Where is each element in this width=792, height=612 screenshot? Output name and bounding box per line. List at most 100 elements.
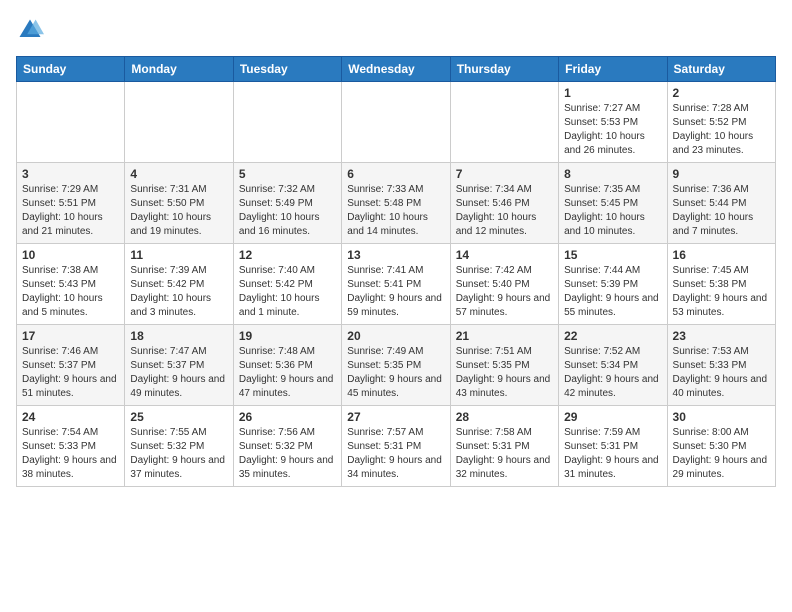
calendar-cell: 18 Sunrise: 7:47 AM Sunset: 5:37 PM Dayli… bbox=[125, 325, 233, 406]
weekday-header: Wednesday bbox=[342, 57, 450, 82]
day-number: 28 bbox=[456, 410, 553, 424]
day-number: 27 bbox=[347, 410, 444, 424]
day-info: Sunrise: 7:57 AM Sunset: 5:31 PM Dayligh… bbox=[347, 426, 444, 482]
calendar-cell: 3 Sunrise: 7:29 AM Sunset: 5:51 PM Daylig… bbox=[17, 163, 125, 244]
calendar-cell: 23 Sunrise: 7:53 AM Sunset: 5:33 PM Dayli… bbox=[667, 325, 775, 406]
day-info: Sunrise: 7:42 AM Sunset: 5:40 PM Dayligh… bbox=[456, 264, 553, 320]
calendar-cell: 26Sunrise: 7:56 AM Sunset: 5:32 PM Dayli… bbox=[233, 406, 341, 487]
day-number: 17 bbox=[22, 329, 119, 343]
day-info: Sunrise: 7:48 AM Sunset: 5:36 PM Dayligh… bbox=[239, 345, 336, 401]
calendar-cell: 16 Sunrise: 7:45 AM Sunset: 5:38 PM Dayli… bbox=[667, 244, 775, 325]
calendar-cell: 6 Sunrise: 7:33 AM Sunset: 5:48 PM Daylig… bbox=[342, 163, 450, 244]
day-number: 21 bbox=[456, 329, 553, 343]
day-number: 1 bbox=[564, 86, 661, 100]
day-number: 3 bbox=[22, 167, 119, 181]
day-number: 4 bbox=[130, 167, 227, 181]
day-number: 26 bbox=[239, 410, 336, 424]
day-info: Sunrise: 7:45 AM Sunset: 5:38 PM Dayligh… bbox=[673, 264, 770, 320]
day-info: Sunrise: 7:32 AM Sunset: 5:49 PM Dayligh… bbox=[239, 183, 336, 239]
calendar-cell: 11Sunrise: 7:39 AM Sunset: 5:42 PM Dayli… bbox=[125, 244, 233, 325]
calendar-cell: 29 Sunrise: 7:59 AM Sunset: 5:31 PM Dayli… bbox=[559, 406, 667, 487]
calendar-cell: 7 Sunrise: 7:34 AM Sunset: 5:46 PM Daylig… bbox=[450, 163, 558, 244]
day-number: 24 bbox=[22, 410, 119, 424]
day-number: 15 bbox=[564, 248, 661, 262]
calendar-cell: 15 Sunrise: 7:44 AM Sunset: 5:39 PM Dayli… bbox=[559, 244, 667, 325]
day-info: Sunrise: 7:40 AM Sunset: 5:42 PM Dayligh… bbox=[239, 264, 336, 320]
weekday-header: Thursday bbox=[450, 57, 558, 82]
calendar-cell: 25Sunrise: 7:55 AM Sunset: 5:32 PM Dayli… bbox=[125, 406, 233, 487]
calendar-week-row: 1 Sunrise: 7:27 AM Sunset: 5:53 PM Daylig… bbox=[17, 82, 776, 163]
day-number: 22 bbox=[564, 329, 661, 343]
day-number: 6 bbox=[347, 167, 444, 181]
calendar-cell: 30 Sunrise: 8:00 AM Sunset: 5:30 PM Dayli… bbox=[667, 406, 775, 487]
day-info: Sunrise: 7:58 AM Sunset: 5:31 PM Dayligh… bbox=[456, 426, 553, 482]
day-number: 5 bbox=[239, 167, 336, 181]
calendar-cell: 4 Sunrise: 7:31 AM Sunset: 5:50 PM Daylig… bbox=[125, 163, 233, 244]
calendar-cell: 17Sunrise: 7:46 AM Sunset: 5:37 PM Dayli… bbox=[17, 325, 125, 406]
calendar-week-row: 24 Sunrise: 7:54 AM Sunset: 5:33 PM Dayli… bbox=[17, 406, 776, 487]
page-header bbox=[16, 16, 776, 44]
day-info: Sunrise: 7:27 AM Sunset: 5:53 PM Dayligh… bbox=[564, 102, 661, 158]
calendar-cell: 20 Sunrise: 7:49 AM Sunset: 5:35 PM Dayli… bbox=[342, 325, 450, 406]
calendar-cell bbox=[233, 82, 341, 163]
calendar-cell: 12 Sunrise: 7:40 AM Sunset: 5:42 PM Dayli… bbox=[233, 244, 341, 325]
day-number: 18 bbox=[130, 329, 227, 343]
day-number: 12 bbox=[239, 248, 336, 262]
day-number: 8 bbox=[564, 167, 661, 181]
day-info: Sunrise: 7:53 AM Sunset: 5:33 PM Dayligh… bbox=[673, 345, 770, 401]
day-number: 10 bbox=[22, 248, 119, 262]
calendar-week-row: 17Sunrise: 7:46 AM Sunset: 5:37 PM Dayli… bbox=[17, 325, 776, 406]
calendar-cell: 27 Sunrise: 7:57 AM Sunset: 5:31 PM Dayli… bbox=[342, 406, 450, 487]
calendar-cell bbox=[450, 82, 558, 163]
day-info: Sunrise: 7:52 AM Sunset: 5:34 PM Dayligh… bbox=[564, 345, 661, 401]
day-info: Sunrise: 7:59 AM Sunset: 5:31 PM Dayligh… bbox=[564, 426, 661, 482]
day-info: Sunrise: 7:49 AM Sunset: 5:35 PM Dayligh… bbox=[347, 345, 444, 401]
day-info: Sunrise: 7:38 AM Sunset: 5:43 PM Dayligh… bbox=[22, 264, 119, 320]
day-info: Sunrise: 7:51 AM Sunset: 5:35 PM Dayligh… bbox=[456, 345, 553, 401]
day-info: Sunrise: 7:47 AM Sunset: 5:37 PM Dayligh… bbox=[130, 345, 227, 401]
day-number: 2 bbox=[673, 86, 770, 100]
day-number: 13 bbox=[347, 248, 444, 262]
day-number: 19 bbox=[239, 329, 336, 343]
day-info: Sunrise: 7:35 AM Sunset: 5:45 PM Dayligh… bbox=[564, 183, 661, 239]
calendar-cell: 22 Sunrise: 7:52 AM Sunset: 5:34 PM Dayli… bbox=[559, 325, 667, 406]
logo-icon bbox=[16, 16, 44, 44]
day-info: Sunrise: 7:29 AM Sunset: 5:51 PM Dayligh… bbox=[22, 183, 119, 239]
day-number: 20 bbox=[347, 329, 444, 343]
day-number: 25 bbox=[130, 410, 227, 424]
calendar-week-row: 3 Sunrise: 7:29 AM Sunset: 5:51 PM Daylig… bbox=[17, 163, 776, 244]
weekday-header: Sunday bbox=[17, 57, 125, 82]
weekday-header: Saturday bbox=[667, 57, 775, 82]
calendar-cell: 9 Sunrise: 7:36 AM Sunset: 5:44 PM Daylig… bbox=[667, 163, 775, 244]
calendar-cell bbox=[125, 82, 233, 163]
calendar-cell: 19 Sunrise: 7:48 AM Sunset: 5:36 PM Dayli… bbox=[233, 325, 341, 406]
day-number: 30 bbox=[673, 410, 770, 424]
day-number: 7 bbox=[456, 167, 553, 181]
weekday-header: Tuesday bbox=[233, 57, 341, 82]
day-number: 9 bbox=[673, 167, 770, 181]
calendar-cell: 8 Sunrise: 7:35 AM Sunset: 5:45 PM Daylig… bbox=[559, 163, 667, 244]
day-info: Sunrise: 7:54 AM Sunset: 5:33 PM Dayligh… bbox=[22, 426, 119, 482]
calendar-cell bbox=[17, 82, 125, 163]
weekday-header: Monday bbox=[125, 57, 233, 82]
calendar-cell: 14 Sunrise: 7:42 AM Sunset: 5:40 PM Dayli… bbox=[450, 244, 558, 325]
day-info: Sunrise: 8:00 AM Sunset: 5:30 PM Dayligh… bbox=[673, 426, 770, 482]
day-number: 23 bbox=[673, 329, 770, 343]
day-number: 14 bbox=[456, 248, 553, 262]
day-info: Sunrise: 7:34 AM Sunset: 5:46 PM Dayligh… bbox=[456, 183, 553, 239]
day-info: Sunrise: 7:36 AM Sunset: 5:44 PM Dayligh… bbox=[673, 183, 770, 239]
day-number: 29 bbox=[564, 410, 661, 424]
day-number: 11 bbox=[130, 248, 227, 262]
day-info: Sunrise: 7:33 AM Sunset: 5:48 PM Dayligh… bbox=[347, 183, 444, 239]
day-info: Sunrise: 7:31 AM Sunset: 5:50 PM Dayligh… bbox=[130, 183, 227, 239]
calendar-cell: 1 Sunrise: 7:27 AM Sunset: 5:53 PM Daylig… bbox=[559, 82, 667, 163]
day-number: 16 bbox=[673, 248, 770, 262]
calendar-table: SundayMondayTuesdayWednesdayThursdayFrid… bbox=[16, 56, 776, 487]
calendar-cell bbox=[342, 82, 450, 163]
logo bbox=[16, 16, 48, 44]
calendar-cell: 24 Sunrise: 7:54 AM Sunset: 5:33 PM Dayli… bbox=[17, 406, 125, 487]
calendar-week-row: 10 Sunrise: 7:38 AM Sunset: 5:43 PM Dayli… bbox=[17, 244, 776, 325]
calendar-cell: 21 Sunrise: 7:51 AM Sunset: 5:35 PM Dayli… bbox=[450, 325, 558, 406]
calendar-header-row: SundayMondayTuesdayWednesdayThursdayFrid… bbox=[17, 57, 776, 82]
day-info: Sunrise: 7:44 AM Sunset: 5:39 PM Dayligh… bbox=[564, 264, 661, 320]
